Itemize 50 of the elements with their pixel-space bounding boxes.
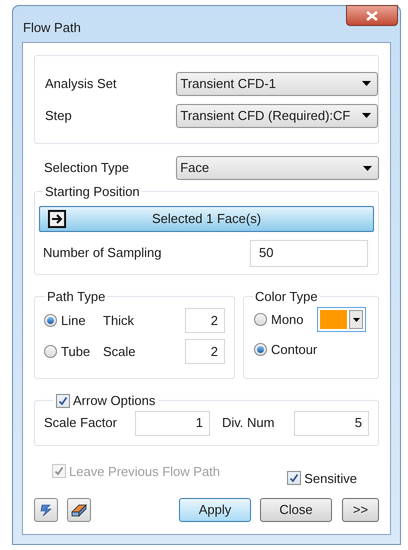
field-label: Scale Factor <box>44 414 118 432</box>
number-field[interactable]: 2 <box>185 339 225 364</box>
dialog-button[interactable]: Apply <box>179 498 251 522</box>
eraser-icon <box>71 503 87 517</box>
close-button[interactable] <box>346 5 398 26</box>
dropdown[interactable]: Transient CFD-1 <box>176 72 378 96</box>
field-label: Scale <box>103 342 137 361</box>
radio-button[interactable] <box>44 314 57 327</box>
group-title: Path Type <box>46 288 106 306</box>
dropdown-arrow-icon <box>362 113 371 118</box>
dropdown-button[interactable] <box>349 310 363 329</box>
close-icon <box>366 10 378 20</box>
checkbox[interactable] <box>287 471 302 486</box>
field-label: Step <box>45 106 73 125</box>
field-label: Selection Type <box>44 159 130 178</box>
radio-button[interactable] <box>254 343 267 356</box>
radio-label: Contour <box>271 341 317 359</box>
tool-button[interactable] <box>34 498 58 522</box>
sampling-field[interactable]: 50 <box>250 240 368 266</box>
checkbox[interactable] <box>56 394 70 408</box>
radio-button[interactable] <box>254 313 267 326</box>
group-title: Starting Position <box>44 183 141 201</box>
field-label: Number of Sampling <box>43 244 162 262</box>
window-title: Flow Path <box>23 19 81 37</box>
tool-button[interactable] <box>67 498 91 522</box>
field-label: Thick <box>103 312 136 330</box>
number-field[interactable]: 5 <box>294 410 369 436</box>
color-picker[interactable] <box>317 307 366 332</box>
dropdown[interactable]: Transient CFD (Required):CF <box>176 104 378 128</box>
lightning-icon <box>39 503 53 517</box>
radio-label: Mono <box>271 310 305 329</box>
selection-button[interactable]: Selected 1 Face(s) <box>39 206 374 232</box>
dropdown-arrow-icon <box>352 318 360 322</box>
field-label: Analysis Set <box>45 74 118 93</box>
number-field[interactable]: 1 <box>135 410 210 436</box>
radio-label: Tube <box>61 342 92 361</box>
number-field[interactable]: 2 <box>185 308 225 333</box>
group-title: Color Type <box>254 288 319 306</box>
dropdown[interactable]: Face <box>176 156 379 180</box>
checkbox-label: Arrow Options <box>73 392 156 410</box>
radio-label: Line <box>61 312 87 330</box>
dialog-button[interactable]: >> <box>342 498 379 522</box>
dialog-button[interactable]: Close <box>260 498 332 522</box>
dropdown-arrow-icon <box>362 81 371 86</box>
dropdown-arrow-icon <box>363 166 372 170</box>
checkbox-label: Sensitive <box>304 470 357 488</box>
checkbox-label: Leave Previous Flow Path <box>69 462 222 480</box>
arrow-icon <box>48 210 66 228</box>
field-label: Div. Num <box>222 414 276 432</box>
radio-button[interactable] <box>44 345 57 358</box>
